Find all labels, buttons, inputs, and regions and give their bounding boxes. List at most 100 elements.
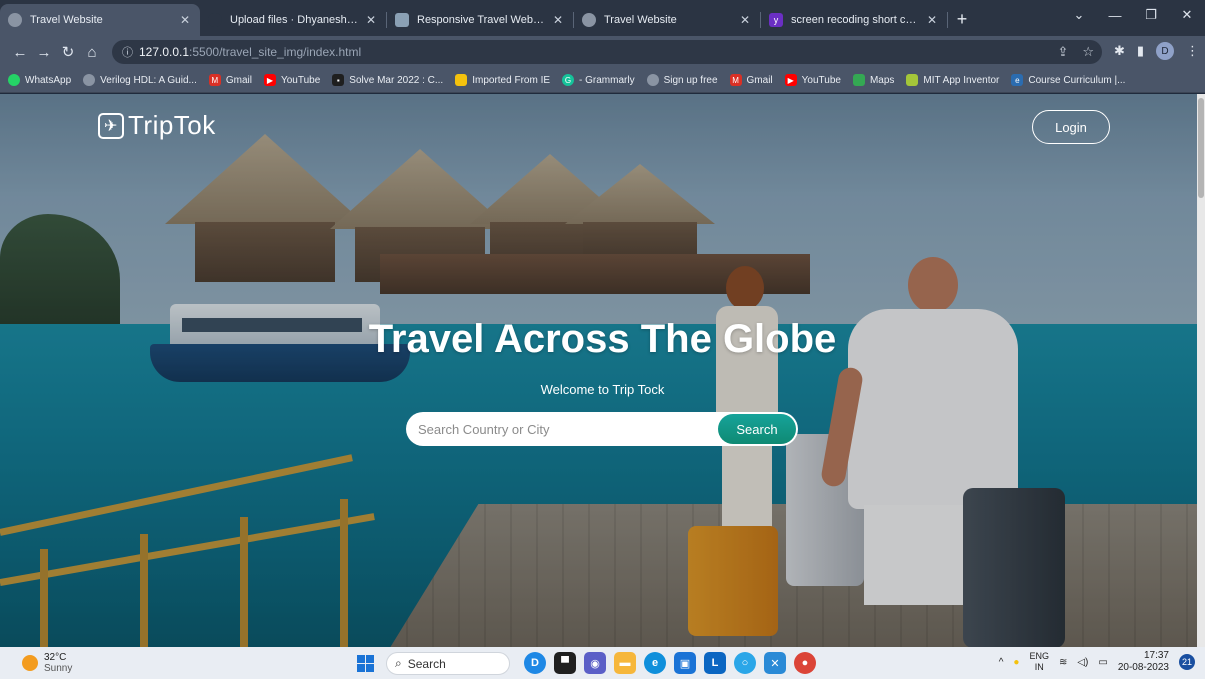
profile-avatar[interactable]: D <box>1156 42 1174 60</box>
language-indicator[interactable]: ENG IN <box>1029 651 1049 673</box>
taskbar-search[interactable]: ⌕ Search <box>386 652 510 675</box>
address-bar[interactable]: ⓘ 127.0.0.1:5500/travel_site_img/index.h… <box>112 40 1102 64</box>
search-button[interactable]: Search <box>718 414 796 444</box>
taskbar-search-label: Search <box>407 656 446 671</box>
clock-date: 20-08-2023 <box>1117 662 1169 673</box>
norton-icon[interactable]: ● <box>1013 657 1019 668</box>
task-view-icon[interactable]: ▀ <box>554 652 576 674</box>
temperature: 32°C <box>44 652 67 663</box>
bookmark-label: YouTube <box>801 74 841 86</box>
chevron-up-icon[interactable]: ^ <box>999 657 1004 668</box>
file-explorer-icon[interactable]: ▬ <box>614 652 636 674</box>
bookmark-verilog[interactable]: Verilog HDL: A Guid... <box>83 74 197 86</box>
new-tab-button[interactable]: + <box>948 4 976 36</box>
bookmark-youtube[interactable]: ▶ YouTube <box>263 74 321 86</box>
clock[interactable]: 17:37 20-08-2023 <box>1118 650 1169 674</box>
share-icon[interactable]: ⇪ <box>1057 44 1068 60</box>
close-window-button[interactable]: ✕ <box>1169 0 1205 30</box>
bookmark-gmail[interactable]: M Gmail <box>208 74 252 86</box>
close-icon[interactable]: ✕ <box>178 13 192 27</box>
bookmark-star-icon[interactable]: ☆ <box>1082 44 1094 60</box>
bookmark-label: YouTube <box>280 74 321 86</box>
tab-responsive-travel[interactable]: Responsive Travel Website Creati ✕ <box>387 4 573 36</box>
vscode-icon[interactable]: ✕ <box>764 652 786 674</box>
tab-upload-files[interactable]: Upload files · Dhyanesh23/HTML ✕ <box>200 4 386 36</box>
bookmark-label: Verilog HDL: A Guid... <box>100 74 197 86</box>
bookmark-whatsapp[interactable]: WhatsApp <box>8 74 71 86</box>
hero-subtitle: Welcome to Trip Tock <box>540 382 665 397</box>
linkedin-learning-icon[interactable]: L <box>704 652 726 674</box>
close-icon[interactable]: ✕ <box>364 13 378 27</box>
tab-travel-website-2[interactable]: Travel Website ✕ <box>574 4 760 36</box>
hero-title: Travel Across The Globe <box>368 317 837 361</box>
taskbar-apps: D ▀ ◉ ▬ e ▣ L ○ ✕ ● <box>524 652 816 674</box>
forward-button[interactable]: → <box>32 44 56 61</box>
tab-travel-website[interactable]: Travel Website ✕ <box>0 4 200 36</box>
reload-button[interactable]: ↻ <box>56 43 80 61</box>
system-tray: ^ ● ENG IN ≋ ◁) ▭ 17:37 20-08-2023 21 <box>999 650 1195 674</box>
close-icon[interactable]: ✕ <box>551 13 565 27</box>
store-icon[interactable]: ▣ <box>674 652 696 674</box>
bookmark-label: Course Curriculum |... <box>1028 74 1126 86</box>
login-button[interactable]: Login <box>1032 110 1110 144</box>
search-input[interactable] <box>406 414 706 444</box>
site-logo[interactable]: ✈ TripTok <box>98 110 216 141</box>
bookmark-solve[interactable]: ▪ Solve Mar 2022 : C... <box>332 74 443 86</box>
bookmark-label: Solve Mar 2022 : C... <box>349 74 444 86</box>
bookmark-label: Gmail <box>225 74 252 86</box>
bookmark-grammarly[interactable]: G - Grammarly <box>562 74 635 86</box>
edge-icon[interactable]: e <box>644 652 666 674</box>
tab-screen-recording[interactable]: y screen recoding short cut for win ✕ <box>761 4 947 36</box>
taskbar: 32°C Sunny ⌕ Search D ▀ ◉ ▬ e ▣ L ○ ✕ ● … <box>0 647 1205 679</box>
tab-title: Upload files · Dhyanesh23/HTML <box>230 14 358 26</box>
page-scrollbar[interactable] <box>1197 94 1205 647</box>
teams-icon[interactable]: ◉ <box>584 652 606 674</box>
tab-title: Travel Website <box>604 14 677 26</box>
bookmarks-bar: WhatsApp Verilog HDL: A Guid... M Gmail ▶… <box>0 68 1205 93</box>
window-controls: ⌄ — ❐ ✕ <box>1061 0 1205 30</box>
url-host: 127.0.0.1 <box>139 45 190 59</box>
youtube-icon: ▶ <box>784 74 797 86</box>
notification-badge[interactable]: 21 <box>1179 654 1195 670</box>
yahoo-icon: y <box>769 13 783 27</box>
weather-condition: Sunny <box>44 663 73 674</box>
close-icon[interactable]: ✕ <box>925 13 939 27</box>
bookmark-gmail-2[interactable]: M Gmail <box>729 74 773 86</box>
tab-search-icon[interactable]: ⌄ <box>1061 0 1097 30</box>
volume-icon[interactable]: ◁) <box>1077 657 1088 668</box>
weather-widget[interactable]: 32°C Sunny <box>22 652 72 674</box>
minimize-button[interactable]: — <box>1097 0 1133 30</box>
cortana-icon[interactable]: ○ <box>734 652 756 674</box>
bookmark-signup[interactable]: Sign up free <box>646 74 718 86</box>
bookmark-youtube-2[interactable]: ▶ YouTube <box>784 74 841 86</box>
clock-time: 17:37 <box>1143 650 1169 661</box>
back-button[interactable]: ← <box>8 44 32 61</box>
site-info-icon[interactable]: ⓘ <box>122 44 133 60</box>
bookmark-label: - Grammarly <box>579 74 635 86</box>
home-button[interactable]: ⌂ <box>80 44 104 61</box>
side-panel-icon[interactable]: ▮ <box>1137 43 1144 59</box>
airplane-icon: ✈ <box>98 112 124 139</box>
chrome-icon[interactable]: ● <box>794 652 816 674</box>
bookmark-label: Imported From IE <box>472 74 551 86</box>
close-icon[interactable]: ✕ <box>738 13 752 27</box>
region-code: IN <box>1034 662 1044 672</box>
scrollbar-thumb[interactable] <box>1198 98 1204 198</box>
restore-button[interactable]: ❐ <box>1133 0 1169 30</box>
globe-icon <box>83 74 96 86</box>
app-inventor-icon <box>906 74 919 86</box>
logo-text: TripTok <box>128 110 216 140</box>
bookmark-course-curriculum[interactable]: e Course Curriculum |... <box>1011 74 1125 86</box>
hero-background-image <box>0 94 1197 647</box>
bookmark-mit-app-inventor[interactable]: MIT App Inventor <box>906 74 999 86</box>
dell-icon[interactable]: D <box>524 652 546 674</box>
grammarly-icon: G <box>562 74 575 86</box>
bookmark-imported-ie[interactable]: Imported From IE <box>455 74 550 86</box>
bookmark-maps[interactable]: Maps <box>852 74 894 86</box>
start-button[interactable] <box>357 655 374 672</box>
extensions-icon[interactable]: ✱ <box>1114 43 1125 59</box>
battery-icon[interactable]: ▭ <box>1098 657 1107 668</box>
wifi-icon[interactable]: ≋ <box>1059 657 1067 668</box>
menu-icon[interactable]: ⋮ <box>1186 43 1199 59</box>
gmail-icon: M <box>729 74 742 86</box>
